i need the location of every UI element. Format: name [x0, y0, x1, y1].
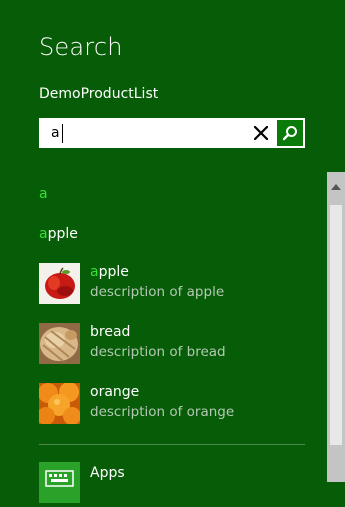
apps-search-target[interactable]: Apps [39, 462, 239, 503]
close-icon [254, 126, 268, 140]
result-description: description of apple [90, 284, 225, 300]
text-caret [62, 124, 63, 143]
bread-thumbnail [39, 323, 80, 364]
result-item-bread[interactable]: bread description of bread [39, 323, 309, 365]
result-title-rest: orange [90, 384, 140, 400]
scroll-up-button[interactable] [327, 172, 345, 202]
result-title-rest: bread [90, 324, 131, 340]
scrollbar-thumb[interactable] [330, 205, 342, 445]
result-title: apple [90, 264, 129, 280]
search-input[interactable] [40, 119, 245, 147]
suggestion-match: a [39, 226, 48, 242]
clear-button[interactable] [247, 119, 275, 147]
apps-tile [39, 462, 80, 503]
suggestion-rest: pple [47, 226, 78, 242]
apple-thumbnail [39, 263, 80, 304]
result-item-orange[interactable]: orange description of orange [39, 383, 309, 425]
result-title-match: a [90, 264, 99, 280]
search-icon [282, 126, 297, 141]
section-divider [39, 444, 305, 445]
result-description: description of bread [90, 344, 226, 360]
pane-title: Search [39, 33, 123, 61]
suggestion-match: a [39, 186, 48, 202]
orange-thumbnail [39, 383, 80, 424]
result-title: orange [90, 384, 139, 400]
result-item-apple[interactable]: apple description of apple [39, 263, 309, 305]
chevron-up-icon [331, 184, 341, 190]
result-description: description of orange [90, 404, 235, 420]
result-title-rest: pple [98, 264, 129, 280]
app-scope-label[interactable]: DemoProductList [39, 86, 158, 102]
result-title: bread [90, 324, 130, 340]
query-suggestion[interactable]: a [39, 186, 48, 202]
search-box[interactable] [39, 118, 305, 148]
query-suggestion[interactable]: apple [39, 226, 78, 242]
search-go-button[interactable] [277, 120, 303, 146]
vertical-scrollbar[interactable] [327, 172, 345, 482]
apps-label: Apps [90, 465, 125, 481]
keyboard-icon [45, 470, 74, 487]
